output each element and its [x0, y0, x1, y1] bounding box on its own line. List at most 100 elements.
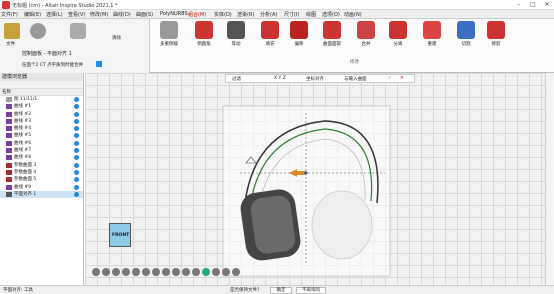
- tree-item[interactable]: 图 11/11/1: [0, 96, 83, 103]
- view-cube[interactable]: FRONT: [109, 223, 131, 247]
- view-tool-icon[interactable]: [192, 268, 200, 276]
- tool-icon: [195, 21, 213, 39]
- visibility-check-icon[interactable]: [74, 162, 79, 168]
- menu-item[interactable]: PolyNURBS: [160, 11, 188, 17]
- visibility-check-icon[interactable]: [74, 169, 79, 175]
- menu-item[interactable]: 绘图: [306, 11, 316, 18]
- visibility-check-icon[interactable]: [74, 118, 79, 124]
- maximize-button[interactable]: □: [526, 0, 540, 10]
- visibility-check-icon[interactable]: [74, 126, 79, 132]
- view-tool-icon[interactable]: [142, 268, 150, 276]
- panel-title: 控制面板 - 平面对齐 1: [22, 51, 72, 57]
- menu-item[interactable]: 曲线(D): [113, 11, 131, 18]
- view-tool-icon[interactable]: [202, 268, 210, 276]
- menu-item[interactable]: 文件(F): [1, 11, 18, 18]
- plane-icon: [6, 191, 12, 197]
- tree-item[interactable]: 参数曲面 4: [0, 169, 83, 176]
- view-tool-icon[interactable]: [232, 268, 240, 276]
- tree-item[interactable]: 曲线 #4: [0, 125, 83, 132]
- mesh-icon[interactable]: [70, 23, 86, 39]
- ribbon-button[interactable]: 曲面面取: [318, 21, 346, 47]
- ribbon-button[interactable]: 多重倒棱: [155, 21, 183, 47]
- view-tool-icon[interactable]: [132, 268, 140, 276]
- ribbon-button[interactable]: 倒圆角: [190, 21, 218, 47]
- menu-item[interactable]: 选项(O): [322, 11, 340, 18]
- menu-item[interactable]: 查看(V): [68, 11, 85, 18]
- view-tool-icon[interactable]: [182, 268, 190, 276]
- menu-item[interactable]: 编辑(E): [24, 11, 41, 18]
- visibility-check-icon[interactable]: [74, 184, 79, 190]
- minimize-button[interactable]: –: [512, 0, 526, 10]
- option-checkbox[interactable]: [96, 61, 102, 67]
- surface-icon: [6, 169, 12, 175]
- view-tool-icon[interactable]: [162, 268, 170, 276]
- cancel-icon[interactable]: ✕: [400, 76, 404, 81]
- menu-item[interactable]: 实体(D): [214, 11, 232, 18]
- ribbon-button[interactable]: 切割: [452, 21, 480, 47]
- input-surface-toggle[interactable]: 与输入曲面: [344, 76, 367, 82]
- tree-item[interactable]: 曲线 #1: [0, 103, 83, 110]
- curve-icon: [6, 133, 12, 139]
- file-label: 文件: [6, 42, 15, 47]
- menu-item[interactable]: 选择(L): [46, 11, 63, 18]
- tree-item-label: 曲线 #6: [14, 140, 32, 146]
- tree-item[interactable]: 曲线 #2: [0, 111, 83, 118]
- visibility-check-icon[interactable]: [74, 104, 79, 110]
- tree-item[interactable]: 曲线 #5: [0, 132, 83, 139]
- view-tool-icon[interactable]: [172, 268, 180, 276]
- view-tool-icon[interactable]: [102, 268, 110, 276]
- menu-item[interactable]: 动画(N): [344, 11, 362, 18]
- menu-item[interactable]: 分析(A): [260, 11, 277, 18]
- visibility-check-icon[interactable]: [74, 177, 79, 183]
- ribbon-button[interactable]: 分离: [384, 21, 412, 47]
- visibility-check-icon[interactable]: [74, 148, 79, 154]
- ribbon-button[interactable]: 偏移: [285, 21, 313, 47]
- visibility-check-icon[interactable]: [74, 111, 79, 117]
- tree-item[interactable]: 曲线 #3: [0, 118, 83, 125]
- axis-selector[interactable]: X Y Z: [274, 76, 286, 81]
- tree-item[interactable]: 曲线 #8: [0, 154, 83, 161]
- menu-item[interactable]: 组合(M): [188, 11, 206, 18]
- menu-item[interactable]: 尺寸(I): [284, 11, 299, 18]
- filter-toggle[interactable]: 过滤: [232, 76, 241, 82]
- view-tool-icon[interactable]: [112, 268, 120, 276]
- menu-item[interactable]: 曲面(S): [136, 11, 153, 18]
- ribbon-left-section: 文件 清除 控制面板 - 平面对齐 1 任面个2 CT 点平质到时能合并: [0, 19, 150, 73]
- tree-item[interactable]: 参数曲面 5: [0, 176, 83, 183]
- ribbon-button[interactable]: 重建: [418, 21, 446, 47]
- ribbon-button-label: 偏移: [294, 42, 304, 47]
- confirm-button[interactable]: 确定: [270, 287, 292, 294]
- tree-item[interactable]: 曲线 #9: [0, 184, 83, 191]
- view-tool-icon[interactable]: [122, 268, 130, 276]
- ribbon-button[interactable]: 填充: [256, 21, 284, 47]
- tree-item[interactable]: 曲线 #7: [0, 147, 83, 154]
- visibility-check-icon[interactable]: [74, 97, 79, 102]
- tree-item[interactable]: 参数曲面 3: [0, 162, 83, 169]
- view-tool-icon[interactable]: [152, 268, 160, 276]
- tree-item[interactable]: 曲线 #6: [0, 140, 83, 147]
- dont-ask-button[interactable]: 不再询问: [296, 287, 326, 294]
- confirm-icon[interactable]: ✓: [388, 76, 392, 81]
- curve-icon: [6, 155, 12, 161]
- file-icon[interactable]: [4, 23, 20, 39]
- view-tool-icon[interactable]: [222, 268, 230, 276]
- visibility-check-icon[interactable]: [74, 133, 79, 139]
- align-plane-icon[interactable]: [30, 23, 46, 39]
- viewport-toolbar: 过滤 X Y Z 坐标对齐 与输入曲面 ✓ ✕: [225, 74, 415, 83]
- viewport-3d[interactable]: FRONT: [85, 73, 545, 285]
- menu-item[interactable]: 修改(M): [90, 11, 108, 18]
- visibility-check-icon[interactable]: [74, 191, 79, 197]
- visibility-check-icon[interactable]: [74, 140, 79, 146]
- tree-item[interactable]: 平面对齐 1: [0, 190, 83, 199]
- menu-item[interactable]: 渲染(R): [237, 11, 254, 18]
- ribbon-button[interactable]: 合并: [352, 21, 380, 47]
- coordinate-align-toggle[interactable]: 坐标对齐: [306, 76, 324, 82]
- title-bar: 无标题 (cm) - Altair Inspire Studio 2021.1 …: [0, 0, 554, 10]
- ribbon-button[interactable]: 修剪: [482, 21, 510, 47]
- ribbon-button[interactable]: 等动: [222, 21, 250, 47]
- view-tool-icon[interactable]: [92, 268, 100, 276]
- visibility-check-icon[interactable]: [74, 155, 79, 161]
- close-button[interactable]: ✕: [540, 0, 554, 10]
- tree-item-label: 曲线 #1: [14, 104, 32, 110]
- view-tool-icon[interactable]: [212, 268, 220, 276]
